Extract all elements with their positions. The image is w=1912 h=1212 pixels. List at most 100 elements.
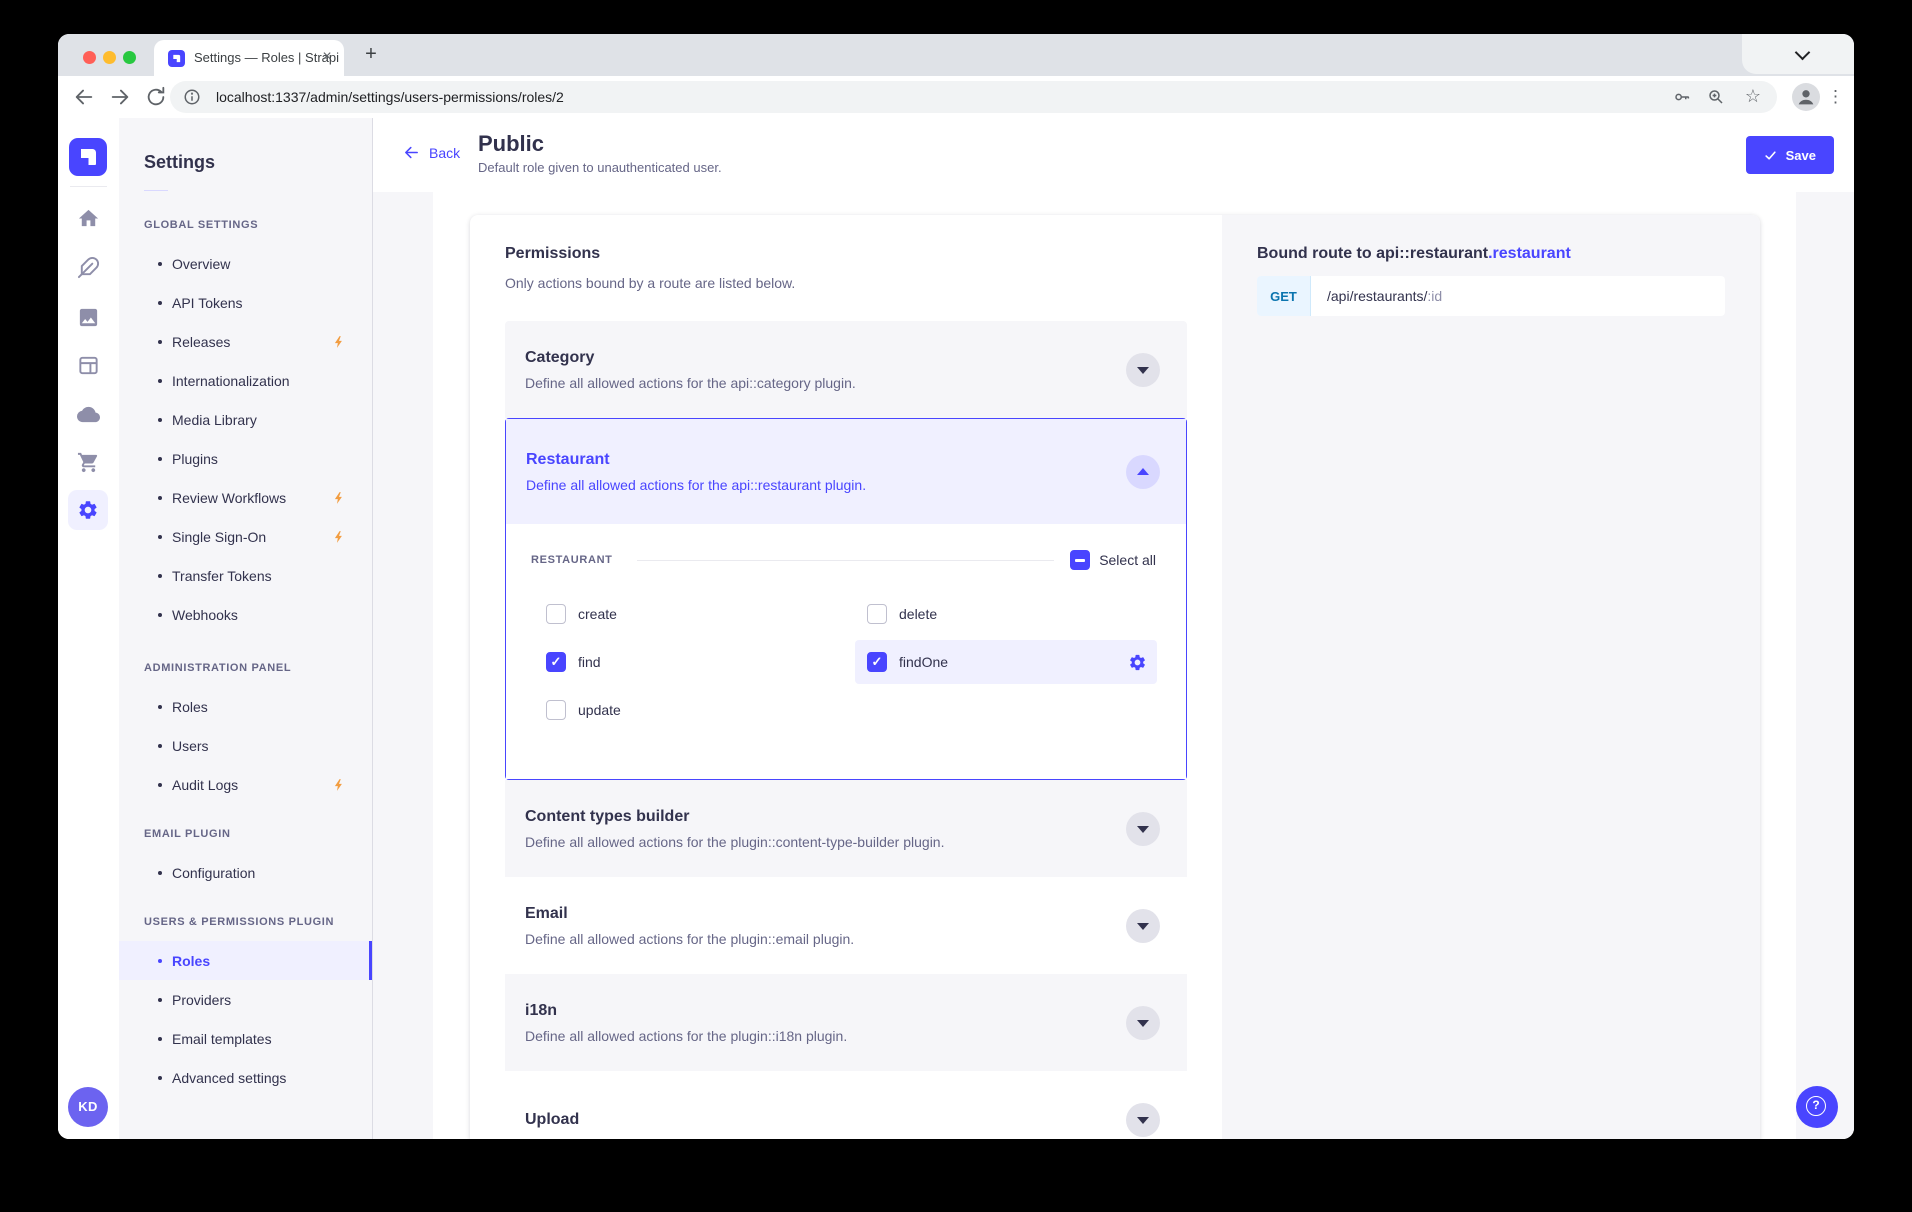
- sidebar-item-plugins[interactable]: Plugins: [119, 439, 372, 478]
- new-tab-button[interactable]: +: [356, 39, 386, 71]
- chevron-down-icon[interactable]: [1126, 812, 1160, 846]
- settings-nav-item[interactable]: [68, 490, 108, 530]
- permission-update[interactable]: update: [546, 700, 867, 720]
- tab-search-area[interactable]: [1742, 34, 1854, 74]
- chevron-down-icon[interactable]: [1126, 353, 1160, 387]
- back-link[interactable]: Back: [403, 144, 460, 161]
- permissions-pane: Permissions Only actions bound by a rout…: [470, 215, 1222, 1139]
- sidebar-item-audit-logs[interactable]: Audit Logs: [119, 765, 372, 804]
- chevron-up-icon[interactable]: [1126, 455, 1160, 489]
- sidebar-item-media-library[interactable]: Media Library: [119, 400, 372, 439]
- zoom-page-icon[interactable]: [1707, 88, 1725, 111]
- home-icon[interactable]: [77, 207, 100, 230]
- content-manager-feather-icon[interactable]: [77, 256, 100, 279]
- url-bar[interactable]: localhost:1337/admin/settings/users-perm…: [170, 81, 1777, 113]
- accordion-restaurant-header[interactable]: Restaurant Define all allowed actions fo…: [506, 419, 1186, 524]
- save-button[interactable]: Save: [1746, 136, 1834, 174]
- premium-bolt-icon: [332, 778, 346, 792]
- forward-nav-icon[interactable]: [109, 86, 131, 108]
- permission-findone[interactable]: findOne: [867, 652, 948, 672]
- permission-findone-selected-row[interactable]: findOne: [855, 640, 1157, 684]
- sidebar-item-advanced-settings[interactable]: Advanced settings: [119, 1058, 372, 1097]
- strapi-logo[interactable]: [69, 138, 107, 176]
- sidebar-item-transfer-tokens[interactable]: Transfer Tokens: [119, 556, 372, 595]
- macos-minimize-button[interactable]: [103, 51, 116, 64]
- accordion-upload[interactable]: Upload: [505, 1071, 1187, 1139]
- reload-icon[interactable]: [145, 86, 167, 108]
- sidebar-item-email-configuration[interactable]: Configuration: [119, 853, 372, 892]
- settings-cog-icon[interactable]: [1128, 653, 1147, 672]
- select-all-control[interactable]: Select all: [1070, 550, 1156, 570]
- checkbox-find[interactable]: [546, 652, 566, 672]
- macos-zoom-button[interactable]: [123, 51, 136, 64]
- select-all-checkbox[interactable]: [1070, 550, 1090, 570]
- accordion-description: Define all allowed actions for the plugi…: [525, 833, 1126, 851]
- route-input[interactable]: GET /api/restaurants/:id: [1257, 276, 1725, 316]
- sidebar-item-webhooks[interactable]: Webhooks: [119, 595, 372, 634]
- browser-profile-avatar[interactable]: [1792, 83, 1820, 111]
- bookmark-star-icon[interactable]: ☆: [1745, 81, 1761, 113]
- sidebar-item-api-tokens[interactable]: API Tokens: [119, 283, 372, 322]
- section-list-administration-panel: Roles Users Audit Logs: [119, 687, 372, 804]
- bullet-icon: [158, 535, 162, 539]
- sidebar-item-releases[interactable]: Releases: [119, 322, 372, 361]
- checkbox-update[interactable]: [546, 700, 566, 720]
- accordion-description: Define all allowed actions for the plugi…: [525, 1027, 1126, 1045]
- browser-menu-icon[interactable]: ⋮: [1827, 76, 1844, 118]
- sidebar-item-overview[interactable]: Overview: [119, 244, 372, 283]
- chevron-down-icon[interactable]: [1126, 1103, 1160, 1137]
- marketplace-cart-icon[interactable]: [77, 451, 100, 474]
- page-header: Back Public Default role given to unauth…: [373, 118, 1854, 193]
- sidebar-item-internationalization[interactable]: Internationalization: [119, 361, 372, 400]
- chevron-down-icon[interactable]: [1126, 909, 1160, 943]
- bullet-icon: [158, 418, 162, 422]
- help-button[interactable]: ?: [1796, 1086, 1838, 1128]
- chevron-down-icon[interactable]: [1126, 1006, 1160, 1040]
- user-avatar[interactable]: KD: [68, 1087, 108, 1127]
- accordion-category[interactable]: Category Define all allowed actions for …: [505, 321, 1187, 418]
- permission-find[interactable]: find: [546, 652, 867, 672]
- bullet-icon: [158, 574, 162, 578]
- route-path: /api/restaurants/:id: [1327, 288, 1442, 304]
- permission-delete[interactable]: delete: [867, 604, 937, 624]
- sidebar-item-admin-users[interactable]: Users: [119, 726, 372, 765]
- password-key-icon[interactable]: [1673, 88, 1691, 111]
- bullet-icon: [158, 871, 162, 875]
- site-info-icon[interactable]: [183, 88, 201, 111]
- section-label-administration-panel: ADMINISTRATION PANEL: [144, 662, 372, 674]
- route-path-param: :id: [1427, 288, 1442, 304]
- browser-tab[interactable]: Settings — Roles | Strapi ×: [154, 40, 344, 76]
- macos-close-button[interactable]: [83, 51, 96, 64]
- sidebar-item-email-templates[interactable]: Email templates: [119, 1019, 372, 1058]
- permissions-subtitle: Only actions bound by a route are listed…: [505, 274, 1222, 292]
- back-nav-icon[interactable]: [73, 86, 95, 108]
- accordion-email[interactable]: Email Define all allowed actions for the…: [505, 877, 1187, 974]
- tab-close-icon[interactable]: ×: [318, 40, 336, 76]
- section-label-email-plugin: EMAIL PLUGIN: [144, 828, 372, 840]
- page-subtitle: Default role given to unauthenticated us…: [478, 160, 722, 175]
- bullet-icon: [158, 959, 162, 963]
- bullet-icon: [158, 744, 162, 748]
- content-type-builder-icon[interactable]: [77, 354, 100, 377]
- subnav-divider: [144, 190, 168, 191]
- permission-create[interactable]: create: [546, 604, 867, 624]
- bullet-icon: [158, 262, 162, 266]
- sidebar-item-admin-roles[interactable]: Roles: [119, 687, 372, 726]
- sidebar-item-single-sign-on[interactable]: Single Sign-On: [119, 517, 372, 556]
- media-library-icon[interactable]: [77, 306, 100, 329]
- accordion-content-types-builder[interactable]: Content types builder Define all allowed…: [505, 780, 1187, 877]
- sidebar-item-review-workflows[interactable]: Review Workflows: [119, 478, 372, 517]
- permissions-title: Permissions: [505, 244, 1222, 264]
- group-label: RESTAURANT: [531, 554, 613, 566]
- browser-toolbar: localhost:1337/admin/settings/users-perm…: [58, 76, 1854, 119]
- section-list-email-plugin: Configuration: [119, 853, 372, 892]
- checkbox-findone[interactable]: [867, 652, 887, 672]
- url-text[interactable]: localhost:1337/admin/settings/users-perm…: [216, 81, 564, 113]
- checkbox-create[interactable]: [546, 604, 566, 624]
- sidebar-item-providers[interactable]: Providers: [119, 980, 372, 1019]
- checkbox-delete[interactable]: [867, 604, 887, 624]
- bullet-icon: [158, 457, 162, 461]
- accordion-i18n[interactable]: i18n Define all allowed actions for the …: [505, 974, 1187, 1071]
- cloud-icon[interactable]: [77, 403, 100, 426]
- sidebar-item-up-roles[interactable]: Roles: [119, 941, 372, 980]
